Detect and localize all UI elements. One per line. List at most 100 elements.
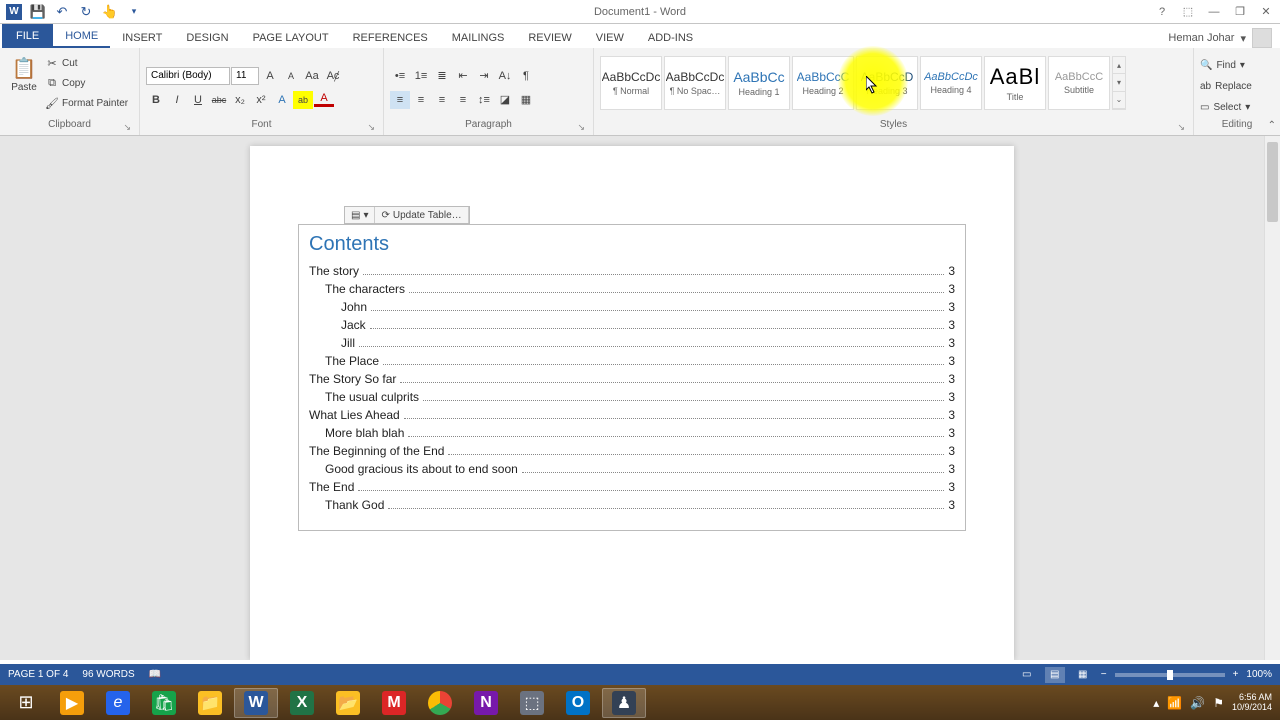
replace-button[interactable]: abReplace [1200, 77, 1252, 96]
styles-gallery[interactable]: AaBbCcDc¶ Normal AaBbCcDc¶ No Spac… AaBb… [600, 56, 1126, 110]
toc-entry[interactable]: The End3 [309, 480, 955, 494]
style-heading1[interactable]: AaBbCcHeading 1 [728, 56, 790, 110]
toc-frame[interactable]: Contents The story3The characters3John3J… [298, 224, 966, 531]
clipboard-launcher-icon[interactable]: ↘ [123, 122, 131, 133]
tab-references[interactable]: REFERENCES [341, 28, 440, 48]
redo-icon[interactable]: ↻ [78, 4, 94, 20]
increase-indent-button[interactable]: ⇥ [474, 67, 494, 85]
clock[interactable]: 6:56 AM 10/9/2014 [1232, 693, 1272, 713]
paste-button[interactable]: 📋 Paste [6, 52, 42, 95]
style-title[interactable]: AaBlTitle [984, 56, 1046, 110]
change-case-button[interactable]: Aa [302, 67, 322, 85]
borders-button[interactable]: ▦ [516, 91, 536, 109]
view-read-button[interactable]: ▭ [1017, 667, 1037, 683]
underline-button[interactable]: U [188, 91, 208, 109]
collapse-ribbon-icon[interactable]: ⌃ [1268, 120, 1276, 131]
multilevel-button[interactable]: ≣ [432, 67, 452, 85]
subscript-button[interactable]: x₂ [230, 91, 250, 109]
toc-entry[interactable]: Thank God3 [309, 498, 955, 512]
toc-entry[interactable]: More blah blah3 [309, 426, 955, 440]
undo-icon[interactable]: ↶ [54, 4, 70, 20]
numbering-button[interactable]: 1≡ [411, 67, 431, 85]
tab-insert[interactable]: INSERT [110, 28, 174, 48]
shrink-font-button[interactable]: A [281, 67, 301, 85]
tab-design[interactable]: DESIGN [174, 28, 240, 48]
style-subtitle[interactable]: AaBbCcCSubtitle [1048, 56, 1110, 110]
toc-update-button[interactable]: ⟳Update Table… [375, 207, 468, 223]
decrease-indent-button[interactable]: ⇤ [453, 67, 473, 85]
superscript-button[interactable]: x² [251, 91, 271, 109]
tab-file[interactable]: FILE [2, 24, 53, 48]
cut-button[interactable]: ✂Cut [46, 54, 128, 72]
toc-entry[interactable]: Jack3 [309, 318, 955, 332]
taskbar-ie[interactable]: e [96, 688, 140, 718]
find-button[interactable]: 🔍Find▾ [1200, 56, 1245, 75]
line-spacing-button[interactable]: ↕≡ [474, 91, 494, 109]
taskbar-chrome[interactable] [418, 688, 462, 718]
taskbar-word[interactable]: W [234, 688, 278, 718]
style-no-spacing[interactable]: AaBbCcDc¶ No Spac… [664, 56, 726, 110]
view-print-button[interactable]: ▤ [1045, 667, 1065, 683]
text-effects-button[interactable]: A [272, 91, 292, 109]
taskbar-media[interactable]: ▶ [50, 688, 94, 718]
taskbar-folder[interactable]: 📂 [326, 688, 370, 718]
tab-addins[interactable]: ADD-INS [636, 28, 705, 48]
zoom-level[interactable]: 100% [1246, 669, 1272, 680]
font-launcher-icon[interactable]: ↘ [367, 122, 375, 133]
save-icon[interactable]: 💾 [30, 4, 46, 20]
clear-formatting-button[interactable]: Aȼ [323, 67, 343, 85]
copy-button[interactable]: ⧉Copy [46, 74, 128, 92]
tray-volume-icon[interactable]: 🔊 [1190, 696, 1205, 710]
style-heading3[interactable]: AaBbCcDHeading 3 [856, 56, 918, 110]
status-page[interactable]: PAGE 1 OF 4 [8, 669, 68, 680]
bold-button[interactable]: B [146, 91, 166, 109]
user-dropdown-icon[interactable]: ▾ [1240, 32, 1246, 45]
taskbar-app1[interactable]: M [372, 688, 416, 718]
italic-button[interactable]: I [167, 91, 187, 109]
select-button[interactable]: ▭Select▾ [1200, 98, 1250, 117]
status-words[interactable]: 96 WORDS [82, 669, 134, 680]
align-left-button[interactable]: ≡ [390, 91, 410, 109]
toc-entry[interactable]: John3 [309, 300, 955, 314]
zoom-in-button[interactable]: + [1233, 669, 1239, 680]
paragraph-launcher-icon[interactable]: ↘ [577, 122, 585, 133]
toc-entry[interactable]: Jill3 [309, 336, 955, 350]
styles-gallery-scroll[interactable]: ▴▾⌄ [1112, 56, 1126, 110]
zoom-slider[interactable] [1115, 673, 1225, 677]
toc-entry[interactable]: The Beginning of the End3 [309, 444, 955, 458]
document-area[interactable]: ▤▾ ⟳Update Table… Contents The story3The… [0, 136, 1264, 660]
tray-action-icon[interactable]: ⚑ [1213, 696, 1224, 710]
user-name[interactable]: Heman Johar [1168, 32, 1234, 44]
toc-options-button[interactable]: ▤▾ [345, 207, 375, 223]
taskbar-explorer[interactable]: 📁 [188, 688, 232, 718]
tray-network-icon[interactable]: 📶 [1167, 696, 1182, 710]
taskbar-store[interactable]: 🛍 [142, 688, 186, 718]
justify-button[interactable]: ≡ [453, 91, 473, 109]
style-heading4[interactable]: AaBbCcDcHeading 4 [920, 56, 982, 110]
taskbar-outlook[interactable]: O [556, 688, 600, 718]
qat-more-icon[interactable]: ▾ [126, 4, 142, 20]
format-painter-button[interactable]: 🖌Format Painter [46, 94, 128, 112]
tab-home[interactable]: HOME [53, 26, 110, 48]
styles-launcher-icon[interactable]: ↘ [1177, 122, 1185, 133]
vertical-scrollbar[interactable] [1264, 136, 1280, 660]
toc-entry[interactable]: The usual culprits3 [309, 390, 955, 404]
tab-review[interactable]: REVIEW [516, 28, 583, 48]
style-heading2[interactable]: AaBbCcCHeading 2 [792, 56, 854, 110]
toc-entry[interactable]: Good gracious its about to end soon3 [309, 462, 955, 476]
align-center-button[interactable]: ≡ [411, 91, 431, 109]
toc-entry[interactable]: The Place3 [309, 354, 955, 368]
taskbar-excel[interactable]: X [280, 688, 324, 718]
highlight-button[interactable]: ab [293, 91, 313, 109]
zoom-out-button[interactable]: − [1101, 669, 1107, 680]
sort-button[interactable]: A↓ [495, 67, 515, 85]
tab-mailings[interactable]: MAILINGS [440, 28, 517, 48]
avatar[interactable] [1252, 28, 1272, 48]
strikethrough-button[interactable]: abc [209, 91, 229, 109]
font-name-combo[interactable]: Calibri (Body) [146, 67, 230, 85]
tab-page-layout[interactable]: PAGE LAYOUT [241, 28, 341, 48]
style-normal[interactable]: AaBbCcDc¶ Normal [600, 56, 662, 110]
minimize-button[interactable]: — [1206, 4, 1222, 20]
help-icon[interactable]: ? [1154, 4, 1170, 20]
scrollbar-thumb[interactable] [1267, 142, 1278, 222]
